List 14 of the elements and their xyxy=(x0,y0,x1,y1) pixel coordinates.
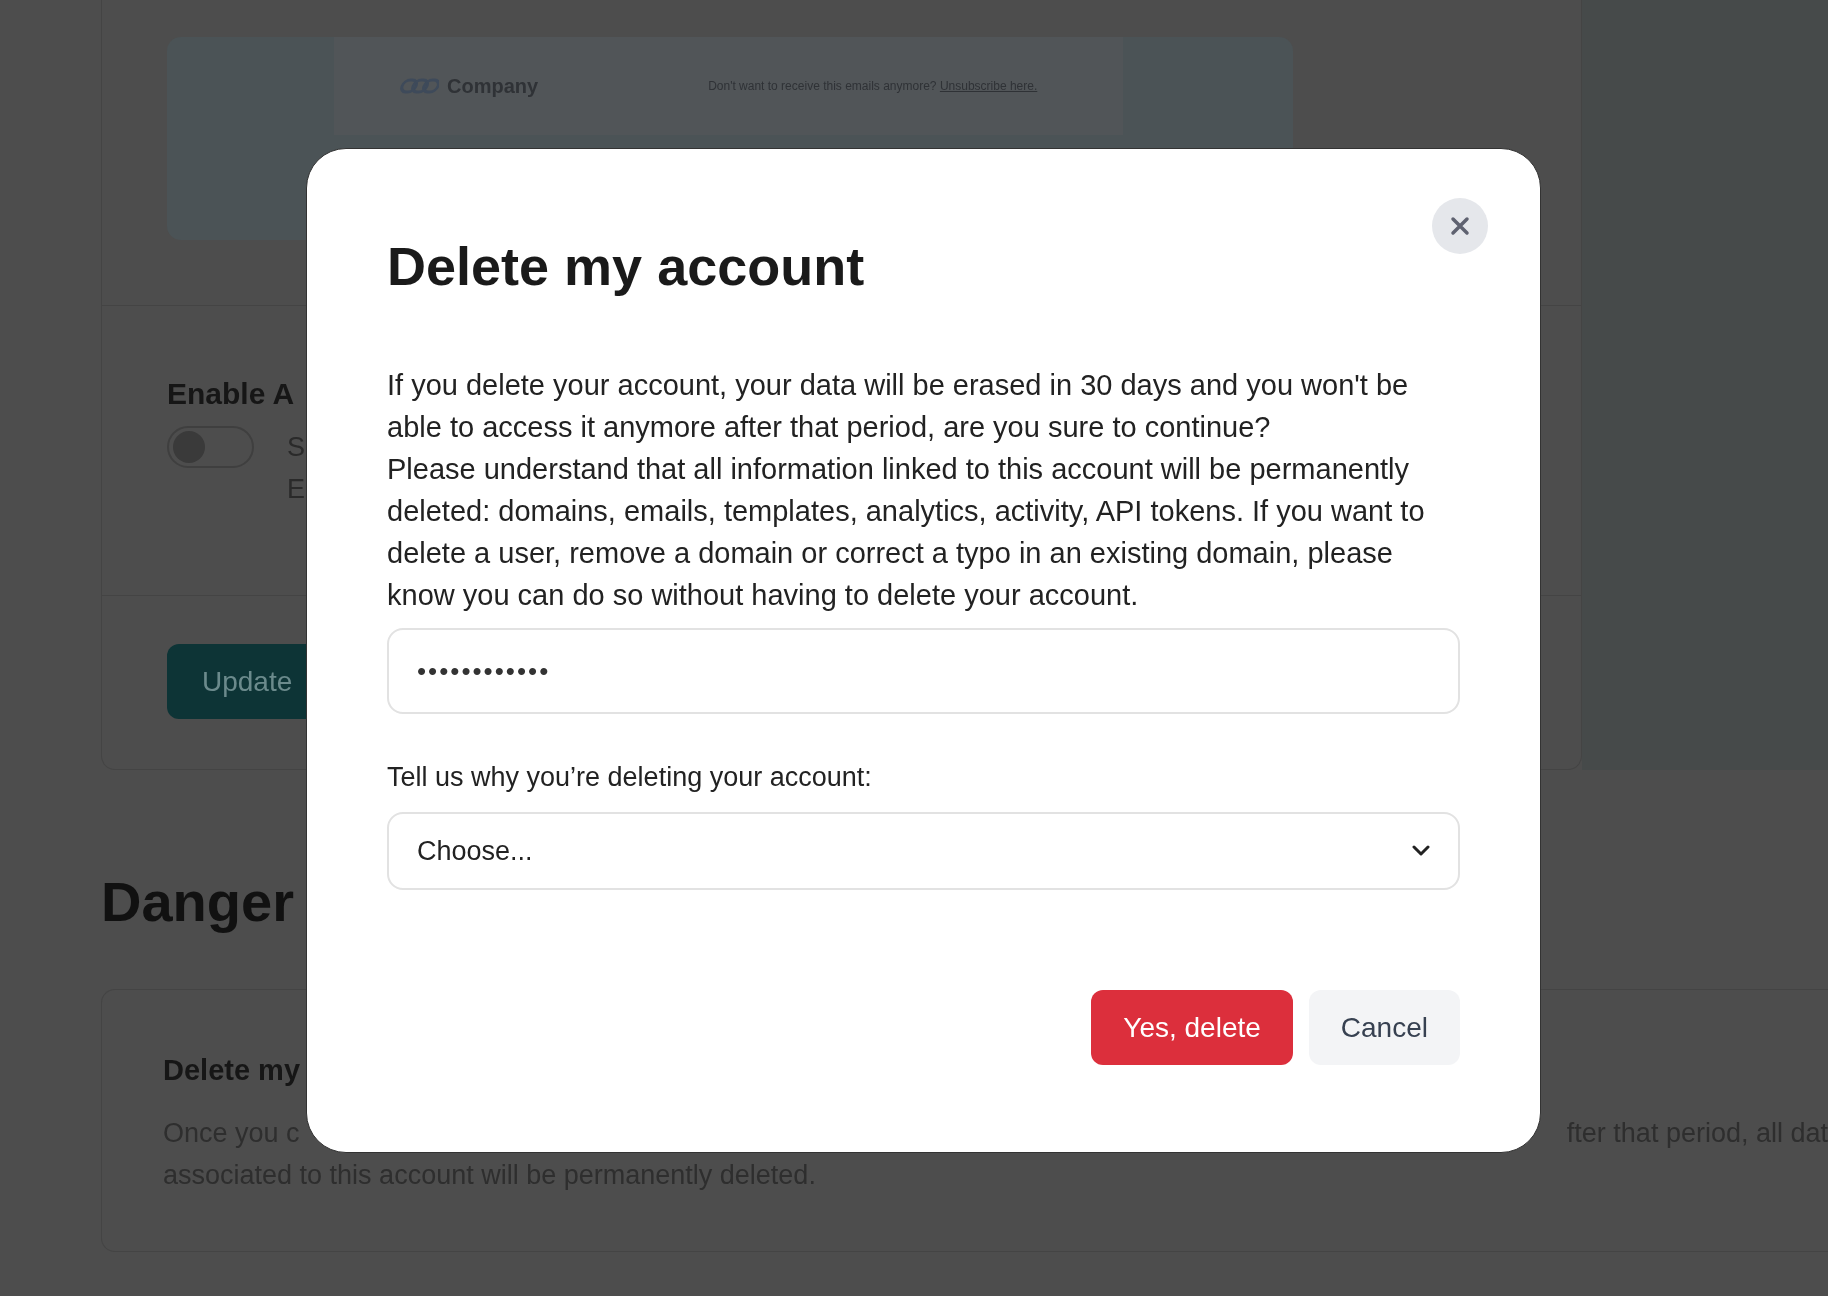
chevron-down-icon xyxy=(1412,845,1430,857)
section-title: Enable A xyxy=(167,376,295,412)
reason-label: Tell us why you’re deleting your account: xyxy=(387,761,873,794)
dialog-title: Delete my account xyxy=(387,235,865,298)
reason-select[interactable]: Choose... xyxy=(387,812,1460,890)
delete-button[interactable]: Yes, delete xyxy=(1091,990,1293,1065)
close-icon xyxy=(1450,216,1470,236)
dialog-paragraph: Please understand that all information linked to this account will be permanently deleted: domains, emails, templates, analytics, activity, API tokens. If you want to delete a user, remove a domain or correct a typo in an existing domain, please know you can do so without having to delete your account. xyxy=(387,452,1426,613)
cancel-button[interactable]: Cancel xyxy=(1308,990,1460,1065)
close-button[interactable] xyxy=(1432,198,1488,254)
password-field[interactable]: •••••••••••• xyxy=(387,628,1460,714)
dialog-paragraph: If you delete your account, your data will be erased in 30 days and you won't be able to access it anymore after that period, are you sure to continue? xyxy=(387,368,1410,445)
section-heading: Danger xyxy=(101,870,295,934)
card-title: Delete my xyxy=(163,1053,301,1088)
